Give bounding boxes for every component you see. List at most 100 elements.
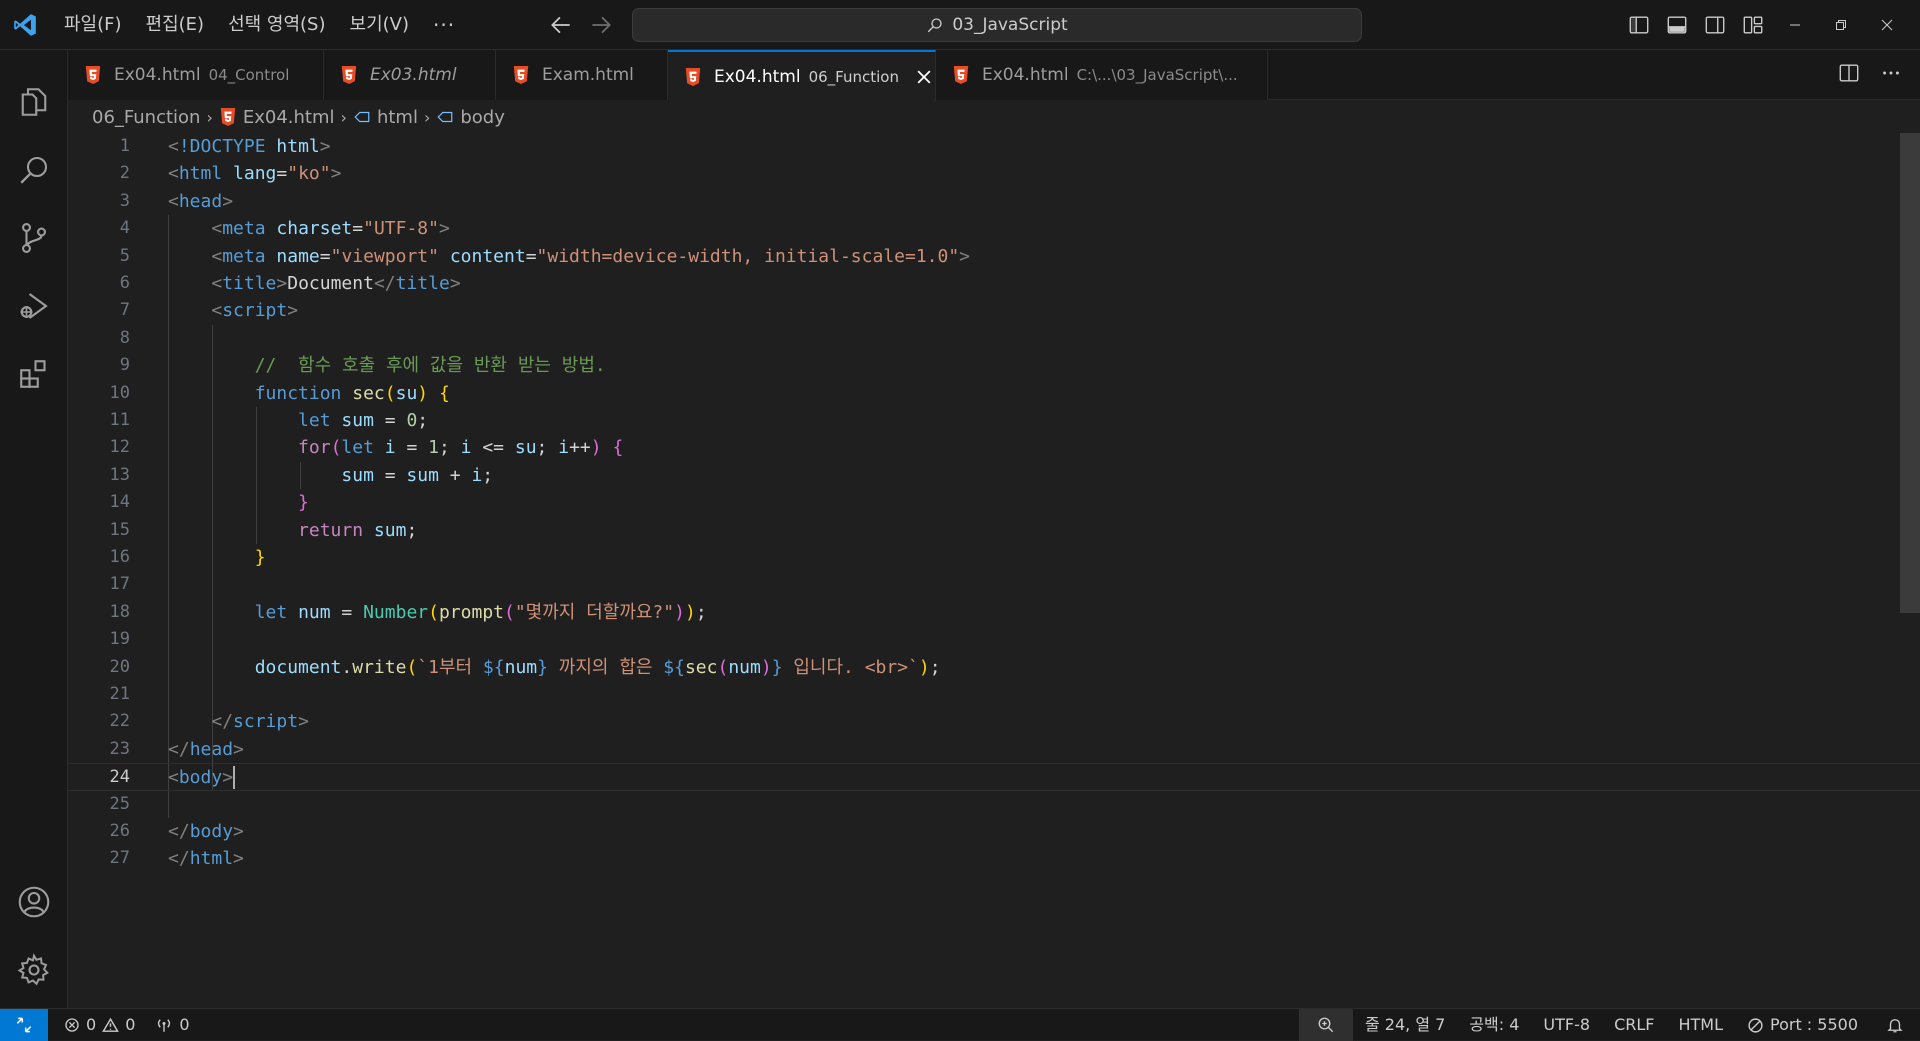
code-line[interactable]: 4 <meta charset="UTF-8">: [68, 215, 1920, 242]
code-line[interactable]: 26 </body>: [68, 818, 1920, 845]
code-line[interactable]: 9 // 함수 호출 후에 값을 반환 받는 방법.: [68, 352, 1920, 379]
toggle-panel-icon[interactable]: [1666, 14, 1688, 36]
language-mode[interactable]: HTML: [1666, 1009, 1735, 1041]
code-line[interactable]: 12 for(let i = 1; i <= su; i++) {: [68, 434, 1920, 461]
code-line[interactable]: 17: [68, 571, 1920, 598]
code-line[interactable]: 27 </html>: [68, 845, 1920, 872]
chevron-right-icon: ›: [423, 107, 431, 127]
code-line[interactable]: 22 </script>: [68, 708, 1920, 735]
tab-exam[interactable]: Exam.html: [496, 50, 668, 100]
code-text[interactable]: let num = Number(prompt("몇까지 더할까요?"));: [168, 599, 707, 626]
code-line[interactable]: 15 return sum;: [68, 517, 1920, 544]
code-line[interactable]: 7 <script>: [68, 297, 1920, 324]
vscode-logo-icon[interactable]: [12, 12, 38, 38]
activity-extensions[interactable]: [0, 340, 68, 408]
code-text[interactable]: // 함수 호출 후에 값을 반환 받는 방법.: [168, 352, 606, 379]
toggle-secondary-sidebar-icon[interactable]: [1704, 14, 1726, 36]
code-line[interactable]: 23 </head>: [68, 736, 1920, 763]
end-of-line[interactable]: CRLF: [1602, 1009, 1666, 1041]
code-text[interactable]: sum = sum + i;: [168, 462, 493, 489]
code-line[interactable]: 18 let num = Number(prompt("몇까지 더할까요?"))…: [68, 599, 1920, 626]
code-line[interactable]: 1 <!DOCTYPE html>: [68, 133, 1920, 160]
activity-manage[interactable]: [0, 936, 68, 1004]
tab-ex04-javascript[interactable]: Ex04.html C:\...\03_JavaScript\...: [936, 50, 1268, 100]
code-text[interactable]: }: [168, 544, 266, 571]
menu-edit[interactable]: 편집(E): [134, 0, 217, 50]
code-text[interactable]: document.write(`1부터 ${num} 까지의 합은 ${sec(…: [168, 654, 941, 681]
menu-view[interactable]: 보기(V): [338, 0, 421, 50]
code-line[interactable]: 2 <html lang="ko">: [68, 160, 1920, 187]
tab-ex04-function[interactable]: Ex04.html 06_Function: [668, 50, 936, 101]
close-window-button[interactable]: [1864, 0, 1910, 50]
activity-search[interactable]: [0, 136, 68, 204]
activity-accounts[interactable]: [0, 868, 68, 936]
tab-ex04-control[interactable]: Ex04.html 04_Control: [68, 50, 324, 100]
code-line[interactable]: 16 }: [68, 544, 1920, 571]
ports-indicator[interactable]: 0: [145, 1009, 199, 1041]
code-line[interactable]: 5 <meta name="viewport" content="width=d…: [68, 243, 1920, 270]
code-line[interactable]: 19: [68, 626, 1920, 653]
code-text[interactable]: <body>: [168, 764, 233, 791]
toggle-primary-sidebar-icon[interactable]: [1628, 14, 1650, 36]
menu-more-button[interactable]: ···: [421, 13, 467, 37]
arrow-left-icon[interactable]: [548, 12, 574, 38]
code-text[interactable]: <html lang="ko">: [168, 160, 341, 187]
code-text[interactable]: </script>: [168, 708, 309, 735]
code-text[interactable]: <meta charset="UTF-8">: [168, 215, 449, 242]
command-center-search[interactable]: 03_JavaScript: [632, 8, 1362, 42]
code-text[interactable]: }: [168, 489, 309, 516]
code-text[interactable]: <meta name="viewport" content="width=dev…: [168, 243, 970, 270]
code-line[interactable]: 10 function sec(su) {: [68, 380, 1920, 407]
split-editor-icon[interactable]: [1838, 62, 1860, 84]
notifications-button[interactable]: [1870, 1009, 1920, 1041]
indentation[interactable]: 공백: 4: [1457, 1009, 1531, 1041]
code-text[interactable]: </body>: [168, 818, 244, 845]
code-line[interactable]: 25: [68, 791, 1920, 818]
code-line[interactable]: 14 }: [68, 489, 1920, 516]
menu-selection[interactable]: 선택 영역(S): [216, 0, 337, 50]
live-server-port[interactable]: Port : 5500: [1735, 1009, 1870, 1041]
code-text[interactable]: <!DOCTYPE html>: [168, 133, 331, 160]
activity-source-control[interactable]: [0, 204, 68, 272]
close-icon[interactable]: [917, 70, 931, 84]
zoom-indicator[interactable]: [1298, 1009, 1353, 1041]
code-text[interactable]: </html>: [168, 845, 244, 872]
code-line[interactable]: 8: [68, 325, 1920, 352]
code-line[interactable]: 3 <head>: [68, 188, 1920, 215]
code-text[interactable]: <head>: [168, 188, 233, 215]
breadcrumb-body-symbol[interactable]: body: [436, 107, 505, 128]
code-text[interactable]: let sum = 0;: [168, 407, 428, 434]
code-text[interactable]: function sec(su) {: [168, 380, 450, 407]
error-count: 0: [86, 1015, 97, 1034]
breadcrumb-file[interactable]: Ex04.html: [219, 107, 335, 128]
code-line[interactable]: 20 document.write(`1부터 ${num} 까지의 합은 ${s…: [68, 654, 1920, 681]
minimize-button[interactable]: [1772, 0, 1818, 50]
line-number: 16: [109, 547, 130, 567]
customize-layout-icon[interactable]: [1742, 14, 1764, 36]
code-line[interactable]: 24 <body>: [68, 763, 1920, 791]
code-line[interactable]: 11 let sum = 0;: [68, 407, 1920, 434]
code-text[interactable]: for(let i = 1; i <= su; i++) {: [168, 434, 623, 461]
restore-button[interactable]: [1818, 0, 1864, 50]
remote-indicator[interactable]: [0, 1009, 48, 1041]
menu-file[interactable]: 파일(F): [52, 0, 134, 50]
activity-run-debug[interactable]: [0, 272, 68, 340]
tab-ex03[interactable]: Ex03.html: [324, 50, 496, 100]
scrollbar-thumb[interactable]: [1900, 133, 1920, 613]
breadcrumb-folder[interactable]: 06_Function: [92, 107, 200, 128]
code-line[interactable]: 6 <title>Document</title>: [68, 270, 1920, 297]
arrow-right-icon[interactable]: [588, 12, 614, 38]
code-text[interactable]: </head>: [168, 736, 244, 763]
cursor-position[interactable]: 줄 24, 열 7: [1353, 1009, 1457, 1041]
code-text[interactable]: return sum;: [168, 517, 417, 544]
problems-indicator[interactable]: 0 0: [60, 1009, 139, 1041]
code-text[interactable]: <script>: [168, 297, 298, 324]
encoding[interactable]: UTF-8: [1531, 1009, 1602, 1041]
code-line[interactable]: 13 sum = sum + i;: [68, 462, 1920, 489]
activity-explorer[interactable]: [0, 68, 68, 136]
code-editor[interactable]: 1 <!DOCTYPE html> 2 <html lang="ko"> 3 <head>…: [68, 133, 1920, 1008]
code-line[interactable]: 21: [68, 681, 1920, 708]
code-text[interactable]: <title>Document</title>: [168, 270, 460, 297]
breadcrumb-html-symbol[interactable]: html: [353, 107, 418, 128]
more-actions-icon[interactable]: [1880, 62, 1902, 84]
